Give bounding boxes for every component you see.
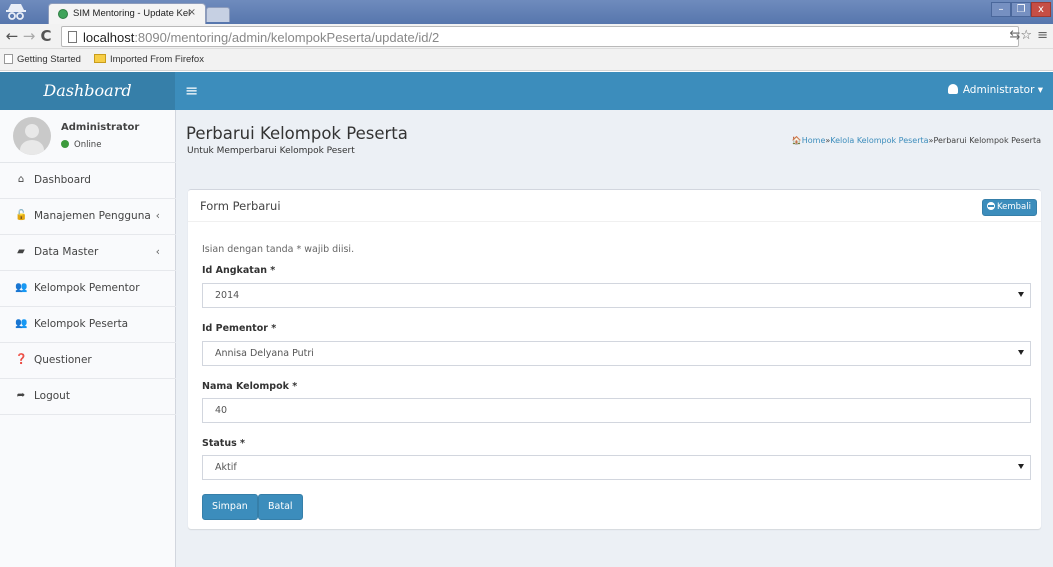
required-note: Isian dengan tanda * wajib diisi. xyxy=(202,244,355,255)
page-subtitle: Untuk Memperbarui Kelompok Pesert xyxy=(187,146,355,156)
users-icon: 👥 xyxy=(15,282,28,293)
home-icon: ⌂ xyxy=(17,174,25,185)
user-panel-name: Administrator xyxy=(61,122,140,133)
back-button[interactable]: ← xyxy=(3,26,21,46)
form-box-header: Form Perbarui Kembali xyxy=(188,190,1041,222)
window-maximize-button[interactable]: ❐ xyxy=(1011,2,1031,17)
sidebar-item-label: Kelompok Pementor xyxy=(34,282,140,294)
page-icon xyxy=(68,31,77,43)
bookmark-getting-started[interactable]: Getting Started xyxy=(4,54,81,65)
back-button[interactable]: Kembali xyxy=(982,199,1037,216)
sidebar-item-kelompok-pementor[interactable]: 👥 Kelompok Pementor xyxy=(0,271,176,307)
sidebar-item-label: Data Master xyxy=(34,246,99,258)
browser-toolbar: ← → C localhost:8090/mentoring/admin/kel… xyxy=(0,24,1053,49)
browser-incognito-icon xyxy=(6,4,26,20)
forward-button[interactable]: → xyxy=(20,26,38,46)
arrow-left-circle-icon xyxy=(987,202,995,210)
breadcrumb-home[interactable]: 🏠Home xyxy=(792,136,826,145)
sidebar: Administrator Online ⌂ Dashboard 🔓 Manajeme… xyxy=(0,110,176,567)
field-label-id-angkatan: Id Angkatan * xyxy=(202,265,276,276)
users-icon: 👥 xyxy=(15,318,28,329)
translate-bookmark-icon[interactable]: ⇆☆ xyxy=(1009,28,1032,43)
brand-logo[interactable]: Dashboard xyxy=(0,72,175,110)
breadcrumb-current: Perbarui Kelompok Peserta xyxy=(933,136,1041,145)
question-circle-icon: ❓ xyxy=(15,354,28,365)
book-icon: ▰ xyxy=(17,246,25,257)
field-label-id-pementor: Id Pementor * xyxy=(202,323,277,334)
bookmark-imported-from-firefox[interactable]: Imported From Firefox xyxy=(94,54,204,65)
tab-close-icon[interactable]: × xyxy=(188,7,196,18)
sidebar-item-logout[interactable]: ➦ Logout xyxy=(0,379,176,415)
form-box-title: Form Perbarui xyxy=(200,199,281,213)
sidebar-item-manajemen-pengguna[interactable]: 🔓 Manajemen Pengguna ‹ xyxy=(0,199,176,235)
chevron-down-icon xyxy=(1018,350,1024,355)
field-label-status: Status * xyxy=(202,438,246,449)
field-label-nama-kelompok: Nama Kelompok * xyxy=(202,381,298,392)
status-select[interactable]: Aktif xyxy=(202,455,1031,480)
address-bar[interactable]: localhost:8090/mentoring/admin/kelompokP… xyxy=(61,26,1019,47)
save-button[interactable]: Simpan xyxy=(202,494,258,520)
chevron-left-icon: ‹ xyxy=(155,245,160,258)
sidebar-item-questioner[interactable]: ❓ Questioner xyxy=(0,343,176,379)
chevron-left-icon: ‹ xyxy=(155,209,160,222)
tab-favicon-icon xyxy=(58,9,68,19)
unlock-icon: 🔓 xyxy=(15,210,28,221)
window-minimize-button[interactable]: – xyxy=(991,2,1011,17)
window-close-button[interactable]: x xyxy=(1031,2,1051,17)
reload-button[interactable]: C xyxy=(37,26,55,46)
sidebar-item-label: Kelompok Peserta xyxy=(34,318,129,330)
sidebar-item-kelompok-peserta[interactable]: 👥 Kelompok Peserta xyxy=(0,307,176,343)
user-panel: Administrator Online xyxy=(0,110,176,163)
breadcrumb: 🏠Home»Kelola Kelompok Peserta»Perbarui K… xyxy=(791,136,1041,145)
sign-out-icon: ➦ xyxy=(16,390,26,401)
chevron-down-icon xyxy=(1018,292,1024,297)
chevron-down-icon xyxy=(1018,464,1024,469)
address-url[interactable]: localhost:8090/mentoring/admin/kelompokP… xyxy=(83,30,439,45)
browser-tab-active[interactable]: SIM Mentoring - Update Kelo × xyxy=(48,3,206,24)
form-box: Form Perbarui Kembali Isian dengan tanda… xyxy=(188,189,1041,529)
browser-titlebar: SIM Mentoring - Update Kelo × – ❐ x xyxy=(0,0,1053,24)
browser-menu-icon[interactable]: ≡ xyxy=(1037,28,1048,43)
page-icon xyxy=(4,54,13,64)
sidebar-item-data-master[interactable]: ▰ Data Master ‹ xyxy=(0,235,176,271)
user-status: Online xyxy=(61,140,101,150)
cancel-button[interactable]: Batal xyxy=(258,494,303,520)
sidebar-toggle-icon[interactable]: ≡ xyxy=(185,80,199,102)
main-content: Perbarui Kelompok Peserta Untuk Memperba… xyxy=(176,110,1053,567)
folder-icon xyxy=(94,54,106,63)
avatar xyxy=(13,117,51,155)
new-tab-button[interactable] xyxy=(206,7,230,22)
sidebar-item-label: Dashboard xyxy=(34,174,91,186)
breadcrumb-parent[interactable]: Kelola Kelompok Peserta xyxy=(830,136,928,145)
id-pementor-select[interactable]: Annisa Delyana Putri xyxy=(202,341,1031,366)
id-angkatan-select[interactable]: 2014 xyxy=(202,283,1031,308)
sidebar-item-label: Logout xyxy=(34,390,70,402)
user-icon xyxy=(947,84,958,94)
online-status-icon xyxy=(61,140,69,148)
tab-title: SIM Mentoring - Update Kelo xyxy=(73,8,191,19)
sidebar-item-label: Questioner xyxy=(34,354,92,366)
page-title: Perbarui Kelompok Peserta xyxy=(186,124,408,143)
user-menu[interactable]: Administrator ▾ xyxy=(947,84,1043,96)
sidebar-item-dashboard[interactable]: ⌂ Dashboard xyxy=(0,163,176,199)
nama-kelompok-input[interactable]: 40 xyxy=(202,398,1031,423)
bookmarks-bar: Getting Started Imported From Firefox xyxy=(0,49,1053,71)
app-navbar: Dashboard ≡ Administrator ▾ xyxy=(0,72,1053,110)
sidebar-item-label: Manajemen Pengguna xyxy=(34,210,151,222)
